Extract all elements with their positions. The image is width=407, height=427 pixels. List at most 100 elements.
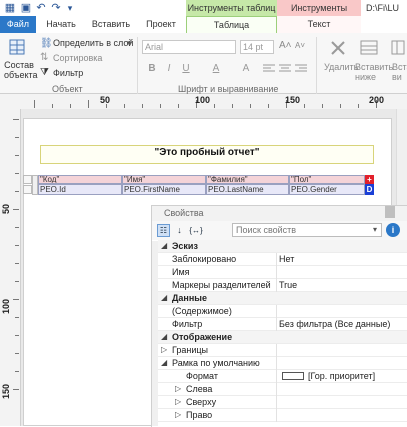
align-left-icon[interactable] [263,64,275,74]
prop-category-row[interactable]: ◢ Отображение [158,331,407,344]
define-layer-button[interactable]: Определить в слой [53,38,133,48]
vruler-mark: 150 [1,383,11,399]
tab-insert[interactable]: Вставить [84,16,138,33]
bold-button[interactable]: B [146,63,158,75]
vruler-tick [15,281,19,282]
prop-name: Сверху [186,397,217,407]
insert-below-icon[interactable] [360,40,378,56]
expand-icon[interactable]: ▷ [175,397,181,406]
align-center-icon[interactable] [279,64,291,74]
underline-button[interactable]: U [180,63,192,75]
prop-row[interactable]: Формат [Гор. приоритет] [158,370,407,383]
event-handlers-icon[interactable]: {↔} [189,224,203,237]
ruler-tick [268,104,269,108]
prop-row[interactable]: (Содержимое) [158,305,407,318]
font-size-combo[interactable]: 14 pt [240,40,274,54]
ruler-mark: 200 [369,95,385,105]
categorized-view-icon[interactable]: ☷ [157,224,170,237]
prop-row[interactable]: ▷ Границы [158,344,407,357]
align-right-icon[interactable] [295,64,307,74]
prop-value[interactable]: True [279,280,297,290]
report-title: "Это пробный отчет" [154,147,260,158]
data-cell[interactable]: PEO.FirstName [122,184,206,195]
header-cell[interactable]: "Имя" [122,175,206,184]
header-row-selector[interactable] [23,175,32,184]
prop-value[interactable]: [Гор. приоритет] [308,371,375,381]
search-dropdown-icon[interactable]: ▾ [373,224,382,236]
data-cell[interactable]: PEO.Id [38,184,122,195]
define-layer-dropdown-icon[interactable]: ▾ [127,38,132,49]
prop-row[interactable]: Заблокировано Нет [158,253,407,266]
ruler-mark: 100 [195,95,211,105]
delete-icon[interactable] [330,40,346,56]
composition-icon[interactable] [8,38,26,56]
filter-button[interactable]: Фильтр [53,68,83,78]
font-color-button[interactable]: A [210,63,222,75]
expand-icon[interactable]: ▷ [161,345,167,354]
header-cell[interactable]: "Фамилия" [206,175,289,184]
prop-row[interactable]: Имя [158,266,407,279]
data-cell[interactable]: PEO.LastName [206,184,289,195]
expand-icon[interactable]: ▷ [175,410,181,419]
font-name-combo[interactable]: Arial [142,40,236,54]
tab-file[interactable]: Файл [0,16,36,33]
header-cell[interactable]: "Пол" [289,175,365,184]
redo-icon[interactable]: ↷ [50,2,62,14]
header-cell[interactable]: "Код" [38,175,122,184]
shrink-font-icon[interactable]: A˅ [295,41,305,50]
italic-button[interactable]: I [163,63,175,75]
vruler-tick [13,119,19,120]
prop-name: Рамка по умолчанию [172,358,260,368]
prop-value[interactable]: Без фильтра (Все данные) [279,319,390,329]
prop-divider [276,383,277,396]
highlight-button[interactable]: A [240,63,252,75]
format-swatch[interactable] [282,372,304,380]
prop-divider [276,344,277,357]
sort-button[interactable]: Сортировка [53,53,102,63]
sort-icon: ⇅ [40,52,49,63]
info-icon[interactable]: i [386,223,400,237]
prop-name: Слева [186,384,213,394]
properties-toolbar-extra-icon[interactable] [207,224,229,237]
prop-category-row[interactable]: ◢ Эскиз [158,240,407,253]
add-column-icon[interactable]: + [365,175,374,184]
collapse-icon[interactable]: ◢ [161,293,167,302]
grow-font-icon[interactable]: A˄ [279,40,292,51]
collapse-icon[interactable]: ◢ [161,358,167,367]
app-icon: ▦ [4,2,16,14]
prop-name: Имя [172,267,190,277]
save-icon[interactable]: ▣ [20,2,32,14]
prop-value[interactable]: Нет [279,254,294,264]
quick-access-dropdown-icon[interactable]: ▾ [64,2,76,14]
delete-button[interactable]: Удалить [324,62,358,72]
prop-divider [276,279,277,292]
collapse-icon[interactable]: ◢ [161,241,167,250]
prop-category-row[interactable]: ◢ Данные [158,292,407,305]
properties-search-input[interactable]: Поиск свойств [232,223,382,237]
prop-name: Право [186,410,213,420]
tab-text[interactable]: Текст [277,16,361,33]
insert-right-button[interactable]: Вста ви [392,62,407,82]
insert-right-icon[interactable] [391,40,405,56]
prop-row[interactable]: ▷ Сверху [158,396,407,409]
prop-row[interactable]: ◢ Рамка по умолчанию [158,357,407,370]
undo-icon[interactable]: ↶ [35,2,47,14]
data-cell[interactable]: PEO.Gender [289,184,365,195]
prop-row[interactable]: ▷ Право [158,409,407,422]
composition-button[interactable]: Состав объекта [4,60,38,80]
data-row-selector[interactable] [23,185,32,194]
window-title: D:\Fi\LU [366,3,400,13]
tab-start[interactable]: Начать [38,16,84,33]
expand-icon[interactable]: ▷ [175,384,181,393]
prop-row[interactable]: ▷ Слева [158,383,407,396]
insert-below-button[interactable]: Вставить ниже [355,62,393,82]
data-row-marker-icon[interactable]: D [365,184,374,195]
prop-row[interactable]: Фильтр Без фильтра (Все данные) [158,318,407,331]
ruler-tick [304,104,305,108]
properties-pin-icon[interactable] [385,206,395,218]
collapse-icon[interactable]: ◢ [161,332,167,341]
sort-alpha-icon[interactable]: ↓ [173,224,186,237]
tab-table[interactable]: Таблица [186,16,277,33]
tab-project[interactable]: Проект [138,16,184,33]
prop-row[interactable]: Маркеры разделителей True [158,279,407,292]
